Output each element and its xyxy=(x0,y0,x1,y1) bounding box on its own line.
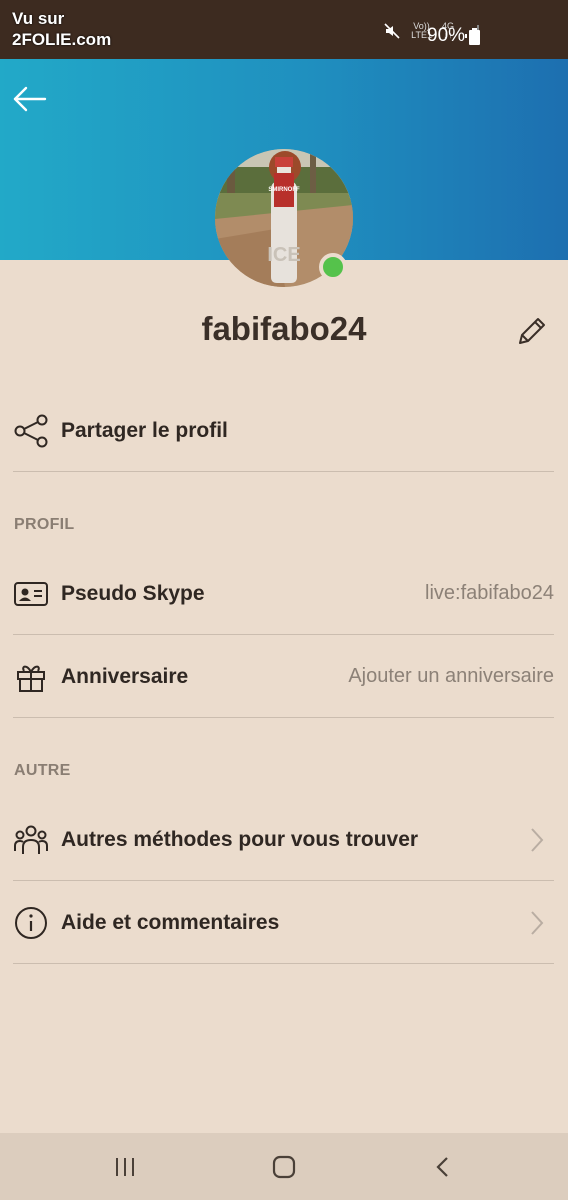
status-bar: Vu sur 2FOLIE.com Vo)) LTE1 4G ↓↑ 90% xyxy=(0,0,568,59)
discoverability-label: Autres méthodes pour vous trouver xyxy=(61,827,419,851)
recent-apps-icon xyxy=(116,1158,134,1176)
mute-icon xyxy=(383,22,401,40)
birthday-value: Ajouter un anniversaire xyxy=(348,665,554,687)
back-button[interactable] xyxy=(12,84,48,114)
help-feedback-row[interactable]: Aide et commentaires xyxy=(13,882,554,964)
share-profile-label: Partager le profil xyxy=(61,418,228,442)
recent-apps-button[interactable] xyxy=(110,1153,140,1181)
edit-profile-button[interactable] xyxy=(515,314,549,348)
home-button[interactable] xyxy=(269,1153,299,1181)
skype-name-label: Pseudo Skype xyxy=(61,581,205,605)
skype-name-value: live:fabifabo24 xyxy=(425,582,554,604)
contact-card-icon xyxy=(13,576,49,612)
bottle-text: ICE xyxy=(267,244,300,266)
battery-icon xyxy=(469,28,480,50)
home-icon xyxy=(272,1155,296,1179)
battery-level: 90% xyxy=(427,25,466,46)
people-icon xyxy=(13,822,49,858)
share-icon xyxy=(13,413,49,449)
chevron-right-icon xyxy=(524,825,548,855)
birthday-row[interactable]: Anniversaire Ajouter un anniversaire xyxy=(13,636,554,718)
bottle-label: SMIRNOFF xyxy=(268,187,300,193)
skype-name-row[interactable]: Pseudo Skype live:fabifabo24 xyxy=(13,553,554,635)
profile-username: fabifabo24 xyxy=(201,310,367,347)
birthday-label: Anniversaire xyxy=(61,664,189,688)
gift-icon xyxy=(13,659,49,695)
watermark-line2: 2FOLIE.com xyxy=(12,30,112,49)
section-title-profile: PROFIL xyxy=(14,516,75,533)
system-navigation-bar xyxy=(0,1133,568,1200)
chevron-right-icon xyxy=(524,908,548,938)
help-feedback-label: Aide et commentaires xyxy=(61,910,280,934)
arrow-left-icon xyxy=(13,86,47,112)
info-icon xyxy=(13,905,49,941)
online-status-indicator xyxy=(319,253,347,281)
section-title-other: AUTRE xyxy=(14,762,71,779)
system-back-button[interactable] xyxy=(428,1153,458,1181)
discoverability-row[interactable]: Autres méthodes pour vous trouver xyxy=(13,799,554,881)
watermark: Vu sur 2FOLIE.com xyxy=(12,8,111,50)
pencil-icon xyxy=(519,318,545,344)
watermark-line1: Vu sur xyxy=(12,9,65,28)
chevron-left-icon xyxy=(436,1157,448,1177)
share-profile-row[interactable]: Partager le profil xyxy=(13,390,554,472)
